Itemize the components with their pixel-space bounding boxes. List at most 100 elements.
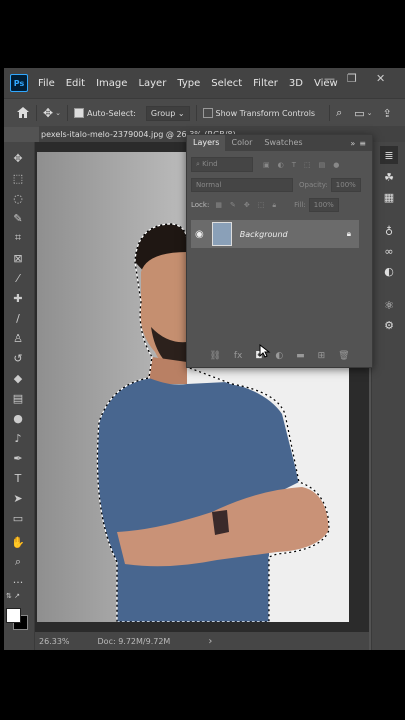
zoom-tool-icon[interactable]: ⌕: [9, 554, 27, 570]
layer-name[interactable]: Background: [240, 230, 288, 239]
healing-tool-icon[interactable]: ✚: [9, 290, 27, 306]
channels-icon[interactable]: ☘: [380, 168, 398, 186]
history-brush-tool-icon[interactable]: ↺: [9, 350, 27, 366]
filter-toggle-icon[interactable]: ●: [333, 161, 339, 169]
lock-all-icon[interactable]: 🔒︎: [272, 201, 276, 210]
lock-transparent-icon[interactable]: ▦: [215, 201, 222, 209]
auto-select-checkbox[interactable]: [73, 108, 84, 118]
options-bar: ✥ ⌄ Auto-Select: Group ⌄ Show Transform …: [4, 98, 405, 127]
status-menu-arrow[interactable]: ›: [208, 636, 212, 647]
layers-panel-icon[interactable]: ≣: [380, 146, 398, 164]
share-icon[interactable]: ⇪: [383, 107, 392, 120]
frame-tool-icon[interactable]: ⊠: [9, 250, 27, 266]
minimize-button[interactable]: —: [324, 72, 335, 85]
collapse-panel-icon[interactable]: »: [350, 139, 355, 148]
filter-type-icon[interactable]: T: [292, 161, 296, 169]
foreground-color-swatch-top[interactable]: [6, 608, 21, 623]
hand-tool-icon[interactable]: ✋: [9, 534, 27, 550]
auto-select-label: Auto-Select:: [86, 108, 136, 118]
move-tool-icon[interactable]: ✥: [43, 106, 53, 120]
search-icon[interactable]: ⌕: [336, 106, 342, 120]
layers-panel-footer: ⛓ fx ◘ ◐ ▬ ⊞ 🗑︎: [187, 345, 372, 367]
chevron-down-icon[interactable]: ⌄: [55, 109, 61, 117]
quick-select-tool-icon[interactable]: ✎: [9, 210, 27, 226]
menu-bar: Ps File Edit Image Layer Type Select Fil…: [4, 68, 405, 98]
tools-panel: ✥ ⬚ ◌ ✎ ⌗ ⊠ ⁄ ✚ / ♙ ↺ ◆ ▤ ● ♪ ✒ T ➤ ▭ ✋ …: [4, 142, 35, 650]
home-icon[interactable]: [16, 106, 30, 121]
swap-colors-icon[interactable]: ⇅ ↗: [6, 592, 32, 602]
fill-field[interactable]: 100%: [308, 198, 339, 212]
show-transform-checkbox[interactable]: [202, 108, 213, 118]
tab-layers[interactable]: Layers: [187, 135, 226, 151]
gradient-tool-icon[interactable]: ▤: [9, 390, 27, 406]
blend-mode-dropdown[interactable]: Normal: [191, 178, 293, 192]
menu-type[interactable]: Type: [177, 78, 200, 89]
layer-row-background[interactable]: ◉ Background 🔒︎: [191, 220, 359, 248]
styles-icon[interactable]: ⚛: [380, 296, 398, 314]
filter-image-icon[interactable]: ▣: [263, 161, 270, 169]
menu-3d[interactable]: 3D: [289, 78, 303, 89]
clone-stamp-tool-icon[interactable]: ♙: [9, 330, 27, 346]
panel-tabs: Layers Color Swatches » ≡: [187, 135, 372, 151]
new-layer-icon[interactable]: ⊞: [318, 351, 326, 361]
layers-panel: Layers Color Swatches » ≡ ⌕ Kind ▣ ◐ T ⬚…: [186, 134, 373, 368]
filter-smart-object-icon[interactable]: ▤: [319, 161, 326, 169]
filter-shape-icon[interactable]: ⬚: [304, 161, 311, 169]
dodge-tool-icon[interactable]: ♪: [9, 430, 27, 446]
panel-menu-icon[interactable]: ≡: [359, 139, 366, 148]
lock-artboard-icon[interactable]: ⬚: [258, 201, 265, 209]
panel-collapse-strip: [371, 126, 405, 142]
brush-tool-icon[interactable]: /: [9, 310, 27, 326]
fx-icon[interactable]: fx: [234, 351, 243, 361]
chevron-down-icon[interactable]: ⌄: [367, 109, 373, 117]
close-button[interactable]: ✕: [376, 72, 385, 85]
grid-icon[interactable]: ▦: [380, 188, 398, 206]
group-icon[interactable]: ▬: [296, 351, 305, 361]
lasso-tool-icon[interactable]: ◌: [9, 190, 27, 206]
layer-filter-field[interactable]: ⌕ Kind: [191, 157, 253, 172]
fill-label: Fill:: [294, 201, 306, 209]
menu-layer[interactable]: Layer: [138, 78, 166, 89]
adjustments-icon[interactable]: ◐: [380, 262, 398, 280]
rectangle-tool-icon[interactable]: ▭: [9, 510, 27, 526]
adjustment-icon[interactable]: ◐: [275, 351, 283, 361]
path-selection-tool-icon[interactable]: ➤: [9, 490, 27, 506]
menu-filter[interactable]: Filter: [253, 78, 278, 89]
libraries-icon[interactable]: ∞: [380, 242, 398, 260]
panel-dock: ≣ ☘ ▦ ♁ ∞ ◐ ⚛ ⚙: [371, 142, 405, 650]
properties-icon[interactable]: ⚙: [380, 316, 398, 334]
filter-adjustment-icon[interactable]: ◐: [278, 161, 284, 169]
tab-color[interactable]: Color: [225, 135, 258, 151]
light-bulb-icon[interactable]: ♁: [380, 222, 398, 240]
workspace-icon[interactable]: ▭: [354, 107, 364, 120]
menu-file[interactable]: File: [38, 78, 55, 89]
restore-button[interactable]: ❐: [347, 72, 357, 85]
lock-image-icon[interactable]: ✎: [230, 201, 236, 209]
photoshop-logo: Ps: [10, 74, 28, 92]
show-transform-label: Show Transform Controls: [215, 108, 316, 118]
opacity-field[interactable]: 100%: [330, 178, 361, 192]
move-tool-icon[interactable]: ✥: [9, 150, 27, 166]
lock-position-icon[interactable]: ✥: [244, 201, 250, 209]
lock-label: Lock:: [191, 201, 210, 209]
eraser-tool-icon[interactable]: ◆: [9, 370, 27, 386]
type-tool-icon[interactable]: T: [9, 470, 27, 486]
menu-select[interactable]: Select: [211, 78, 242, 89]
eye-icon[interactable]: ◉: [195, 229, 204, 240]
more-tools-icon[interactable]: ···: [9, 574, 27, 590]
marquee-tool-icon[interactable]: ⬚: [9, 170, 27, 186]
trash-icon[interactable]: 🗑︎: [338, 351, 349, 361]
menu-edit[interactable]: Edit: [66, 78, 85, 89]
link-icon[interactable]: ⛓: [209, 351, 220, 361]
zoom-level[interactable]: 26.33%: [39, 637, 70, 646]
blur-tool-icon[interactable]: ●: [9, 410, 27, 426]
auto-select-target-dropdown[interactable]: Group ⌄: [145, 105, 190, 121]
menu-image[interactable]: Image: [96, 78, 127, 89]
crop-tool-icon[interactable]: ⌗: [9, 230, 27, 246]
layer-lock-icon: 🔒︎: [346, 229, 351, 238]
eyedropper-tool-icon[interactable]: ⁄: [9, 270, 27, 286]
mouse-cursor-icon: [259, 343, 271, 362]
status-bar: 26.33% Doc: 9.72M/9.72M ›: [35, 632, 369, 650]
tab-swatches[interactable]: Swatches: [258, 135, 308, 151]
pen-tool-icon[interactable]: ✒: [9, 450, 27, 466]
